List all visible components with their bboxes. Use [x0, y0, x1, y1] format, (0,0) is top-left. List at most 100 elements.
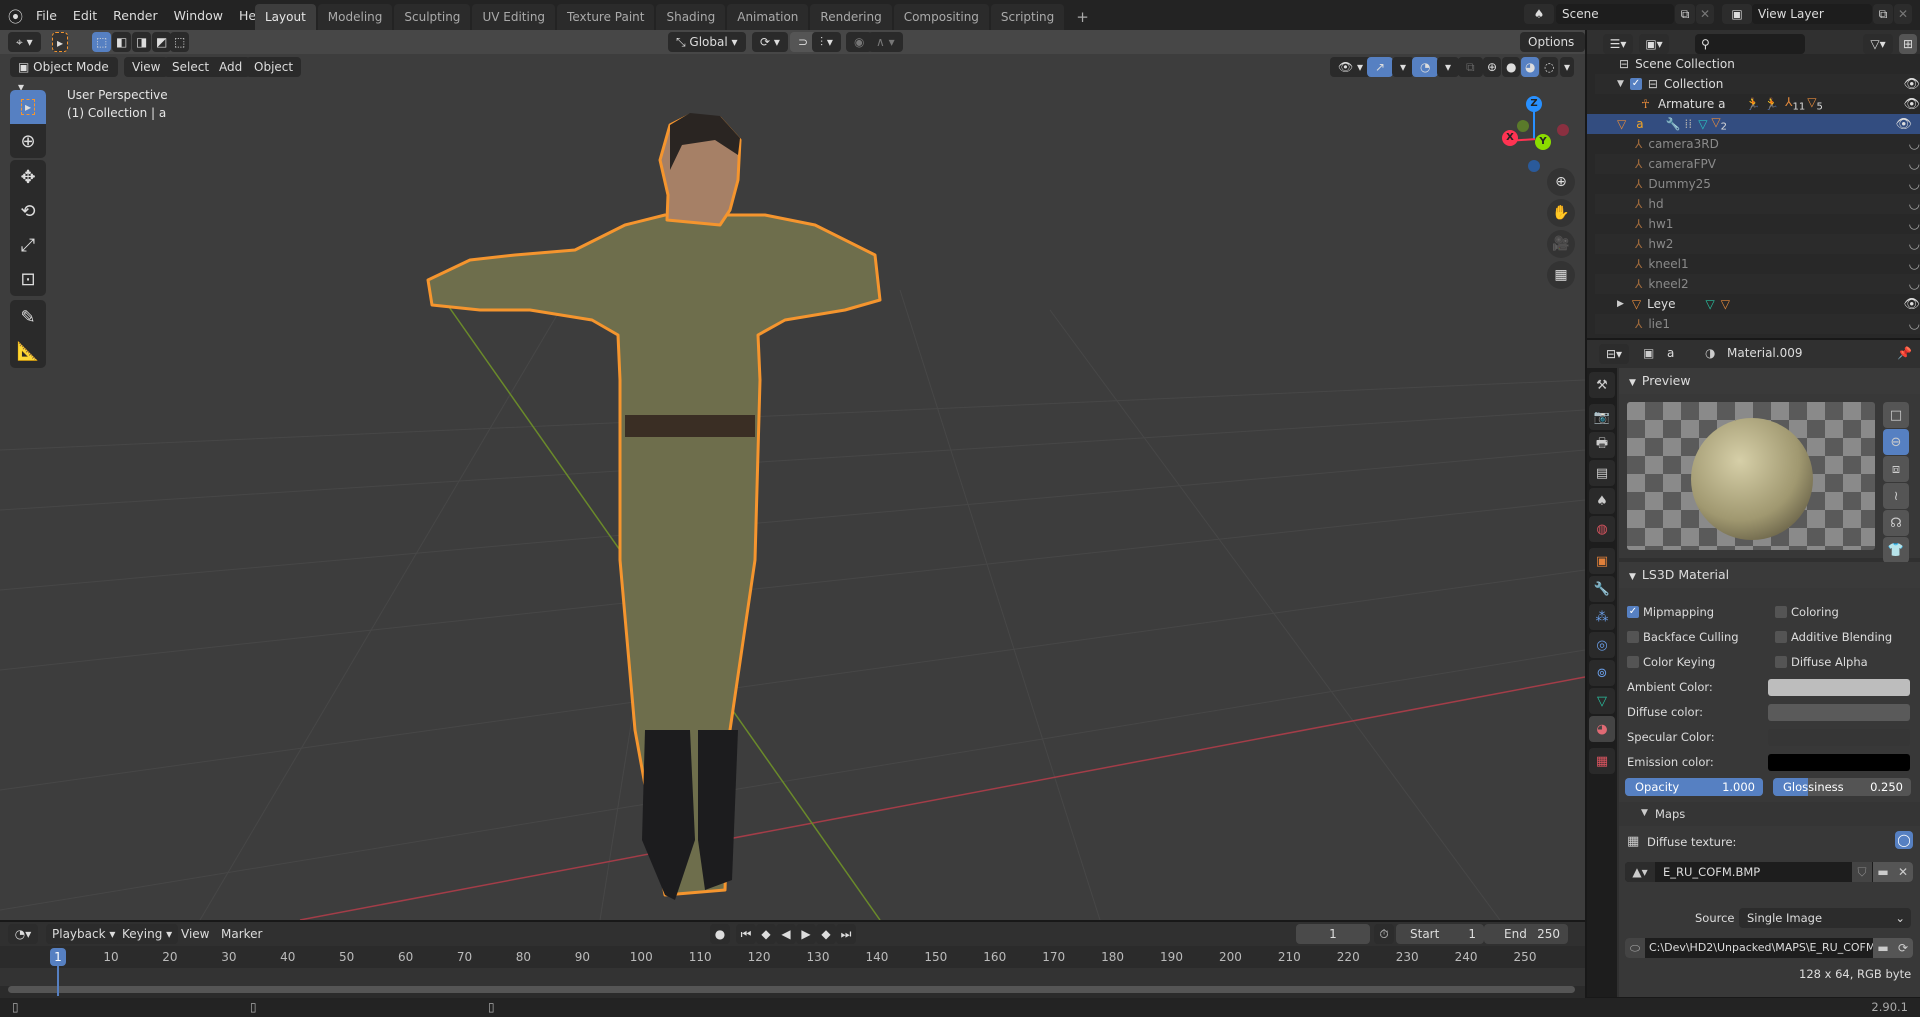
- outliner-row-dummy25[interactable]: ⅄ Dummy25 ◡: [1595, 174, 1920, 194]
- navigation-gizmo[interactable]: Z X Y: [1495, 88, 1575, 178]
- pin-icon[interactable]: 📌: [1897, 346, 1912, 360]
- preview-range-stopwatch-icon[interactable]: ⏱: [1374, 924, 1394, 944]
- cursor-tool-icon[interactable]: ⊕: [10, 124, 46, 158]
- menu-marker[interactable]: Marker: [221, 927, 262, 941]
- transform-tool-icon[interactable]: ⊡: [10, 262, 46, 296]
- x-axis-gizmo-icon[interactable]: X: [1502, 130, 1518, 146]
- particles-tab-icon[interactable]: ⁂: [1589, 604, 1615, 630]
- world-tab-icon[interactable]: ◍: [1589, 516, 1615, 542]
- visibility-eye-icon[interactable]: 👁: [1895, 117, 1912, 132]
- tab-modeling[interactable]: Modeling: [317, 4, 393, 30]
- texture-toggle-icon[interactable]: ◯: [1895, 831, 1913, 849]
- reload-image-icon[interactable]: ⟳: [1893, 938, 1913, 958]
- new-scene-icon[interactable]: ⧉: [1675, 4, 1695, 24]
- new-collection-icon[interactable]: ⊞: [1899, 34, 1917, 54]
- preview-monkey-icon[interactable]: ☊: [1883, 510, 1909, 536]
- ls3d-panel-header[interactable]: ▼ LS3D Material: [1619, 562, 1920, 588]
- tool-tab-icon[interactable]: ⚒: [1589, 372, 1615, 398]
- tab-sculpting[interactable]: Sculpting: [394, 4, 471, 30]
- outliner-row-scene-collection[interactable]: ⊟ Scene Collection: [1595, 54, 1920, 74]
- preview-panel-header[interactable]: ▼ Preview: [1619, 368, 1920, 394]
- menu-view[interactable]: View: [181, 927, 209, 941]
- pan-hand-icon[interactable]: ✋: [1547, 199, 1575, 227]
- backface-culling-checkbox[interactable]: [1627, 631, 1639, 643]
- opacity-slider[interactable]: Opacity 1.000: [1625, 778, 1763, 796]
- blender-logo-icon[interactable]: ⦿: [8, 6, 23, 27]
- start-frame-field[interactable]: Start 1: [1396, 924, 1484, 944]
- outliner-row-hw2[interactable]: ⅄ hw2 ◡: [1595, 234, 1920, 254]
- preview-cloth-icon[interactable]: 👕: [1883, 537, 1909, 563]
- tab-animation[interactable]: Animation: [727, 4, 809, 30]
- 3d-viewport[interactable]: ⌖ ▾ ▸ ⬚ ◧ ◨ ◩ ⬚ ⤡ Global ▾ ⟳ ▾ ⊃ ⫶ ▾ ◉ ∧…: [0, 30, 1585, 920]
- outliner-row-hd[interactable]: ⅄ hd ◡: [1595, 194, 1920, 214]
- visibility-closed-icon[interactable]: ◡: [1909, 237, 1920, 252]
- collection-checkbox[interactable]: ✓: [1629, 78, 1642, 90]
- menu-file[interactable]: File: [28, 8, 65, 23]
- add-workspace-button[interactable]: +: [1066, 4, 1099, 30]
- display-mode-dropdown[interactable]: ▣▾: [1639, 34, 1669, 54]
- expand-arrow-icon[interactable]: ▼: [1617, 79, 1624, 89]
- visibility-closed-icon[interactable]: ◡: [1909, 217, 1920, 232]
- image-name-field[interactable]: E_RU_COFM.BMP: [1663, 865, 1760, 879]
- tab-layout[interactable]: Layout: [255, 4, 316, 30]
- preview-sphere-icon[interactable]: ⊖: [1883, 429, 1909, 455]
- rotate-tool-icon[interactable]: ⟲: [10, 194, 46, 228]
- outliner-row-kneel1[interactable]: ⅄ kneel1 ◡: [1595, 254, 1920, 274]
- visibility-eye-icon[interactable]: 👁: [1903, 77, 1920, 92]
- diffuse-alpha-checkbox[interactable]: [1775, 656, 1787, 668]
- outliner-row-armature-a[interactable]: ☥ Armature a 🏃 🏃 ⅄11 ▽5 👁: [1595, 94, 1920, 114]
- visibility-closed-icon[interactable]: ◡: [1909, 177, 1920, 192]
- material-tab-icon[interactable]: ◕: [1589, 716, 1615, 742]
- scale-tool-icon[interactable]: ⤢: [10, 228, 46, 262]
- neg-x-axis-gizmo-icon[interactable]: [1557, 124, 1569, 136]
- character-model[interactable]: [420, 80, 1120, 910]
- playhead[interactable]: 1: [50, 948, 66, 966]
- image-browse-dropdown[interactable]: ▲▾: [1625, 862, 1655, 882]
- measure-tool-icon[interactable]: 📐: [10, 334, 46, 368]
- color-keying-checkbox[interactable]: [1627, 656, 1639, 668]
- tab-uv-editing[interactable]: UV Editing: [472, 4, 556, 30]
- outliner-row-kneel2[interactable]: ⅄ kneel2 ◡: [1595, 274, 1920, 294]
- play-reverse-icon[interactable]: ◀: [776, 924, 796, 944]
- render-tab-icon[interactable]: 📷: [1589, 404, 1615, 430]
- visibility-closed-icon[interactable]: ◡: [1909, 157, 1920, 172]
- source-dropdown[interactable]: Single Image ⌄: [1739, 908, 1911, 928]
- record-keyframe-icon[interactable]: ●: [710, 924, 730, 944]
- modifier-tab-icon[interactable]: 🔧: [1589, 576, 1615, 602]
- view-layer-name-field[interactable]: View Layer: [1752, 4, 1872, 24]
- timeline-scrollbar[interactable]: [8, 986, 1575, 993]
- visibility-closed-icon[interactable]: ◡: [1909, 197, 1920, 212]
- delete-view-layer-icon[interactable]: ✕: [1894, 4, 1912, 24]
- specular-color-swatch[interactable]: [1768, 729, 1910, 746]
- neg-y-axis-gizmo-icon[interactable]: [1517, 120, 1529, 132]
- outliner-search-input[interactable]: ⚲: [1695, 34, 1805, 54]
- expand-arrow-icon[interactable]: ▶: [1617, 299, 1624, 309]
- visibility-closed-icon[interactable]: ◡: [1909, 137, 1920, 152]
- zoom-icon[interactable]: ⊕: [1547, 168, 1575, 196]
- camera-view-icon[interactable]: 🎥: [1547, 230, 1575, 258]
- tab-scripting[interactable]: Scripting: [990, 4, 1065, 30]
- tab-rendering[interactable]: Rendering: [810, 4, 892, 30]
- timeline-area[interactable]: 10 20 30 40 50 60 70 80 90 100 110 120 130 140 150 160 1…: [0, 946, 1585, 998]
- outliner-row-camera3rd[interactable]: ⅄ camera3RD ◡: [1595, 134, 1920, 154]
- outliner-row-hw1[interactable]: ⅄ hw1 ◡: [1595, 214, 1920, 234]
- editor-type-button[interactable]: ◔▾: [8, 924, 38, 944]
- tab-shading[interactable]: Shading: [656, 4, 726, 30]
- outliner-row-camerafpv[interactable]: ⅄ cameraFPV ◡: [1595, 154, 1920, 174]
- pack-image-icon[interactable]: ⬭: [1625, 938, 1645, 958]
- menu-render[interactable]: Render: [105, 8, 166, 23]
- visibility-eye-icon[interactable]: 👁: [1903, 297, 1920, 312]
- next-keyframe-icon[interactable]: ◆: [816, 924, 836, 944]
- filepath-input[interactable]: C:\Dev\HD2\Unpacked\MAPS\E_RU_COFM...: [1649, 941, 1886, 954]
- current-frame-field[interactable]: 1: [1296, 924, 1370, 944]
- glossiness-slider[interactable]: Glossiness 0.250: [1773, 778, 1911, 796]
- neg-z-axis-gizmo-icon[interactable]: [1528, 160, 1540, 172]
- filter-dropdown[interactable]: ▽▾: [1863, 34, 1893, 54]
- tab-texture-paint[interactable]: Texture Paint: [557, 4, 655, 30]
- browse-filepath-folder-icon[interactable]: ▬: [1873, 938, 1893, 958]
- delete-scene-icon[interactable]: ✕: [1696, 4, 1714, 24]
- tab-compositing[interactable]: Compositing: [893, 4, 989, 30]
- texture-tab-icon[interactable]: ▦: [1589, 748, 1615, 774]
- constraints-tab-icon[interactable]: ⊚: [1589, 660, 1615, 686]
- maps-subpanel-header[interactable]: ▼ Maps: [1619, 802, 1920, 826]
